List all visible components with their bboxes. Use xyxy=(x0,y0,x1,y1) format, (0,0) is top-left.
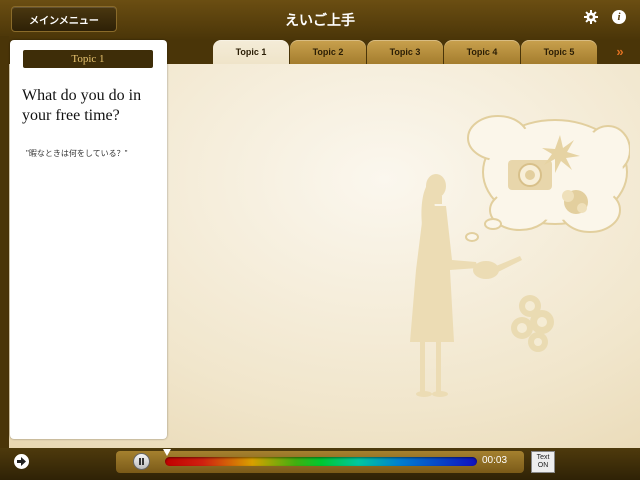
left-frame xyxy=(0,36,9,448)
woman-watering-flowers-illustration xyxy=(410,115,630,397)
arrow-right-icon xyxy=(17,457,26,466)
topic-translation: "暇なときは何をしている？" xyxy=(26,149,128,158)
info-icon[interactable]: i xyxy=(612,10,626,24)
topic-card: Topic 1 What do you do in your free time… xyxy=(10,40,167,439)
tab-topic-4[interactable]: Topic 4 xyxy=(444,40,520,64)
tab-topic-2[interactable]: Topic 2 xyxy=(290,40,366,64)
next-arrow-button[interactable] xyxy=(14,454,29,469)
text-toggle-label: Text xyxy=(536,454,550,461)
gear-icon[interactable] xyxy=(584,10,598,24)
main-menu-button[interactable]: メインメニュー xyxy=(11,6,117,32)
progress-track[interactable] xyxy=(165,457,477,466)
topic-question: What do you do in your free time? xyxy=(22,87,142,124)
text-toggle-state: ON xyxy=(537,462,549,469)
pause-icon xyxy=(139,458,144,465)
tab-topic-3[interactable]: Topic 3 xyxy=(367,40,443,64)
tab-topic-1[interactable]: Topic 1 xyxy=(213,40,289,64)
tab-topic-5[interactable]: Topic 5 xyxy=(521,40,597,64)
camera-icon xyxy=(508,160,552,190)
more-tabs-arrow-icon[interactable]: » xyxy=(609,42,631,60)
pause-button[interactable] xyxy=(133,453,150,470)
progress-thumb[interactable] xyxy=(163,449,171,456)
text-toggle-button[interactable]: Text ON xyxy=(531,451,555,473)
playback-time: 00:03 xyxy=(482,455,508,466)
topic-badge: Topic 1 xyxy=(23,50,153,68)
